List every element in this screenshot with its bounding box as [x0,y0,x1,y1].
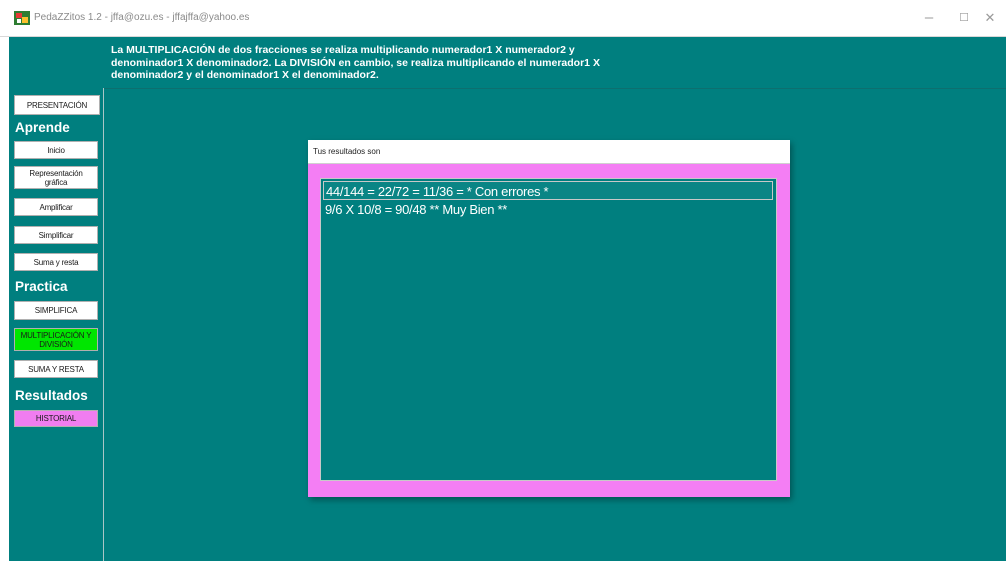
result-row[interactable]: 9/6 X 10/8 = 90/48 ** Muy Bien ** [323,200,773,219]
minimize-button[interactable]: – [915,8,943,28]
info-text: La MULTIPLICACIÓN de dos fracciones se r… [111,44,600,81]
suma-y-resta-button[interactable]: Suma y resta [14,253,98,271]
multiplicacion-y-division-button[interactable]: MULTIPLICACIÓN Y DIVISIÓN [14,328,98,351]
title-bar: PedaZZitos 1.2 - jffa@ozu.es - jffajffa@… [0,0,1006,37]
result-row[interactable]: 44/144 = 22/72 = 11/36 = * Con errores * [323,181,773,200]
historial-button[interactable]: HISTORIAL [14,410,98,427]
presentacion-button[interactable]: PRESENTACIÓN [14,95,100,115]
top-divider [9,88,1006,89]
results-dialog: Tus resultados son 44/144 = 22/72 = 11/3… [308,140,790,497]
sidebar: PRESENTACIÓN Aprende Inicio Representaci… [9,88,104,561]
maximize-button[interactable]: ☐ [950,8,978,28]
representacion-grafica-button[interactable]: Representación gráfica [14,166,98,189]
inicio-button[interactable]: Inicio [14,141,98,159]
practica-heading: Practica [15,279,68,294]
simplifica-button[interactable]: SIMPLIFICA [14,301,98,320]
suma-y-resta-practica-button[interactable]: SUMA Y RESTA [14,360,98,378]
results-list[interactable]: 44/144 = 22/72 = 11/36 = * Con errores *… [320,178,777,481]
close-button[interactable]: ✕ [976,8,1004,28]
app-icon [14,11,30,25]
amplificar-button[interactable]: Amplificar [14,198,98,216]
simplificar-button[interactable]: Simplificar [14,226,98,244]
dialog-title: Tus resultados son [308,140,790,164]
window-title: PedaZZitos 1.2 - jffa@ozu.es - jffajffa@… [34,12,250,23]
aprende-heading: Aprende [15,120,70,135]
resultados-heading: Resultados [15,388,88,403]
